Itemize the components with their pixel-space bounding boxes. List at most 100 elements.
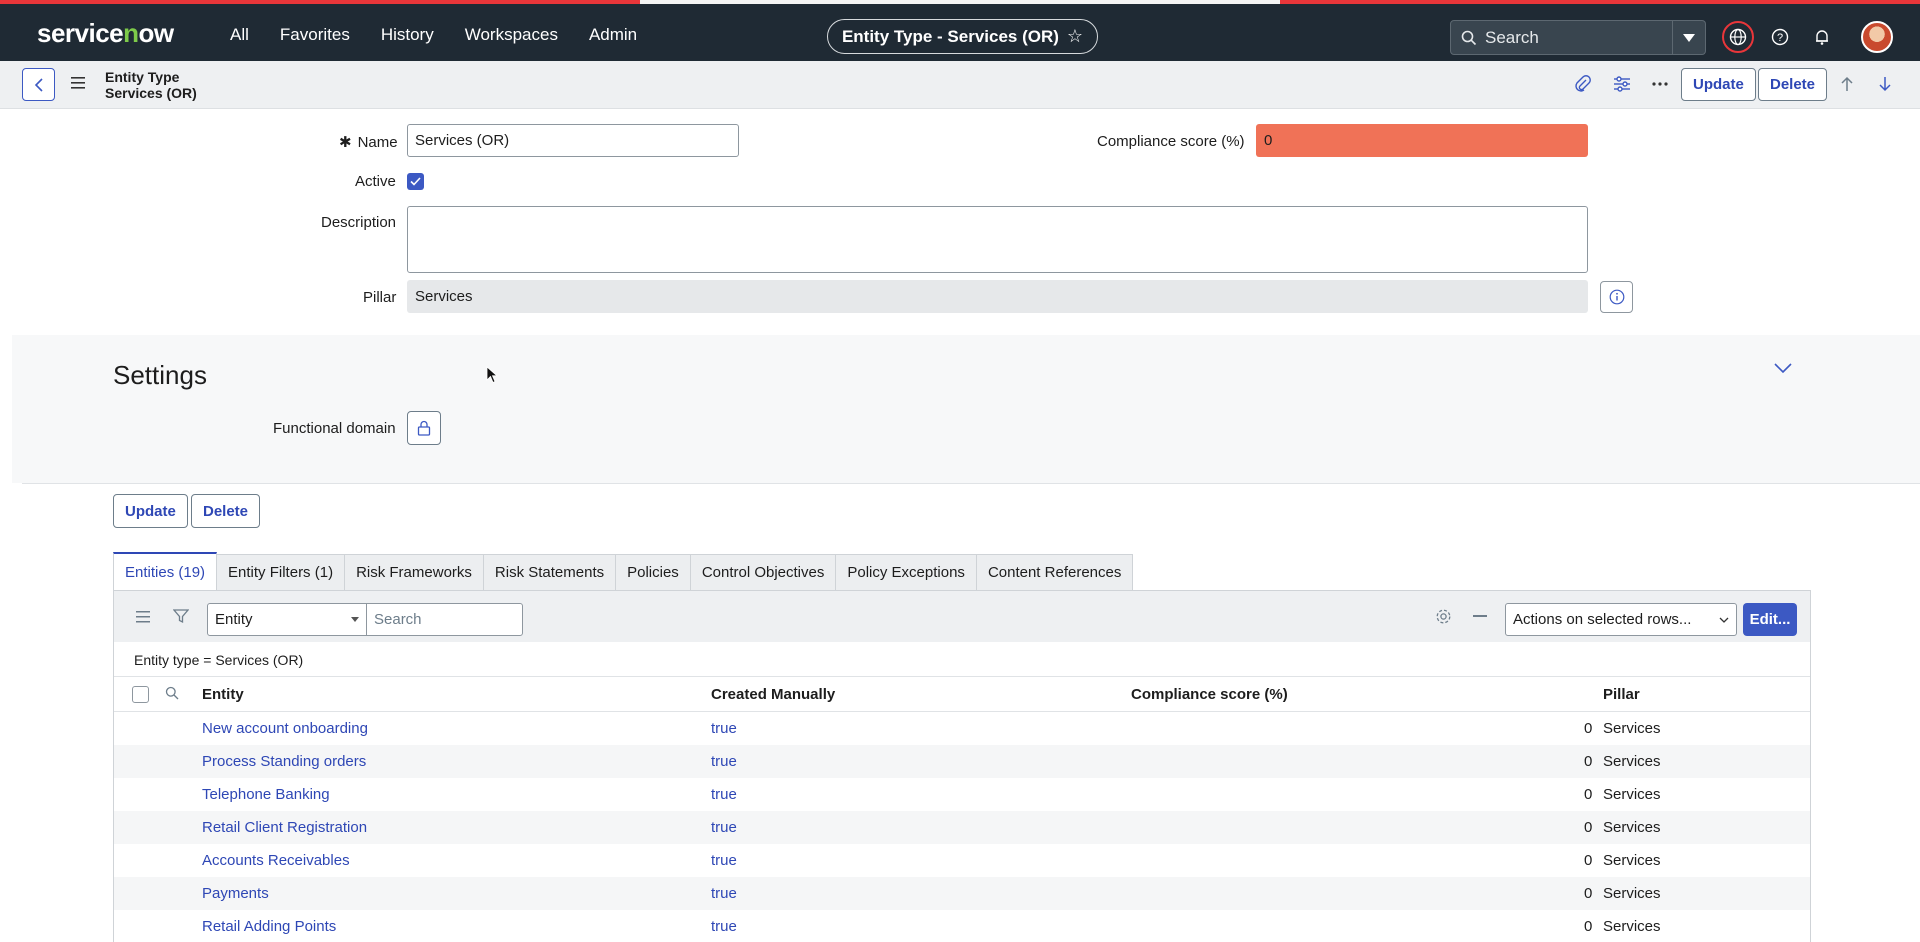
table-row: Telephone Banking true 0 Services xyxy=(114,778,1810,811)
compliance-score-cell: 0 xyxy=(1584,852,1593,869)
list-search-placeholder: Search xyxy=(374,611,422,628)
pillar-cell: Services xyxy=(1603,918,1661,935)
created-manually-link[interactable]: true xyxy=(711,819,737,836)
servicenow-logo[interactable]: servicenow xyxy=(37,18,174,49)
header-delete-button[interactable]: Delete xyxy=(1758,68,1828,101)
compliance-score-label: Compliance score (%) xyxy=(1097,133,1245,150)
entity-link[interactable]: Retail Client Registration xyxy=(202,819,367,836)
svg-text:?: ? xyxy=(1777,32,1783,44)
mouse-cursor-icon xyxy=(486,366,498,384)
table-row: Process Standing orders true 0 Services xyxy=(114,745,1810,778)
column-created-manually[interactable]: Created Manually xyxy=(711,686,835,703)
filter-icon[interactable] xyxy=(172,608,190,629)
search-placeholder: Search xyxy=(1485,27,1539,47)
description-field[interactable] xyxy=(407,206,1588,273)
settings-title: Settings xyxy=(113,360,207,390)
created-manually-link[interactable]: true xyxy=(711,885,737,902)
list-menu-icon[interactable] xyxy=(136,610,150,628)
active-checkbox[interactable] xyxy=(407,173,424,190)
record-title: Entity Type Services (OR) xyxy=(105,69,197,101)
caret-down-icon xyxy=(1683,33,1695,42)
chevron-down-icon[interactable] xyxy=(1773,361,1793,381)
collapse-list-icon[interactable] xyxy=(1473,615,1487,617)
nav-admin[interactable]: Admin xyxy=(589,25,637,45)
compliance-score-cell: 0 xyxy=(1584,918,1593,935)
table-header: Entity Created Manually Compliance score… xyxy=(114,676,1810,712)
entity-link[interactable]: Accounts Receivables xyxy=(202,852,350,869)
functional-domain-label: Functional domain xyxy=(273,420,396,437)
back-button[interactable] xyxy=(22,68,55,101)
tab-control-objectives[interactable]: Control Objectives xyxy=(689,554,837,590)
pillar-cell: Services xyxy=(1603,786,1661,803)
tab-risk-frameworks[interactable]: Risk Frameworks xyxy=(344,554,484,590)
help-icon[interactable]: ? xyxy=(1764,21,1796,53)
hamburger-menu-icon[interactable] xyxy=(68,73,88,93)
header-update-button[interactable]: Update xyxy=(1681,68,1756,101)
description-label: Description xyxy=(321,214,397,231)
tab-entities[interactable]: Entities (19) xyxy=(113,552,218,590)
tab-policy-exceptions[interactable]: Policy Exceptions xyxy=(835,554,977,590)
tab-entity-filters[interactable]: Entity Filters (1) xyxy=(216,554,346,590)
globe-icon[interactable] xyxy=(1722,21,1754,53)
nav-links: All Favorites History Workspaces Admin xyxy=(230,4,668,65)
nav-all[interactable]: All xyxy=(230,25,249,45)
previous-record-icon[interactable] xyxy=(1832,69,1862,99)
section-divider xyxy=(22,483,1920,484)
gear-icon[interactable] xyxy=(1435,608,1452,630)
personalize-sliders-icon[interactable] xyxy=(1607,69,1637,99)
created-manually-link[interactable]: true xyxy=(711,786,737,803)
paperclip-icon[interactable] xyxy=(1568,69,1598,99)
created-manually-link[interactable]: true xyxy=(711,753,737,770)
pillar-cell: Services xyxy=(1603,720,1661,737)
column-pillar[interactable]: Pillar xyxy=(1603,686,1640,703)
nav-workspaces[interactable]: Workspaces xyxy=(465,25,558,45)
compliance-score-cell: 0 xyxy=(1584,885,1593,902)
star-icon[interactable]: ☆ xyxy=(1067,26,1083,47)
entities-list: Entity Search Actions on selected rows..… xyxy=(113,590,1811,942)
table-row: Accounts Receivables true 0 Services xyxy=(114,844,1810,877)
actions-select[interactable]: Actions on selected rows... xyxy=(1505,603,1737,636)
chevron-left-icon xyxy=(34,77,43,92)
search-field-select[interactable]: Entity xyxy=(207,603,367,636)
nav-history[interactable]: History xyxy=(381,25,434,45)
table-row: Retail Client Registration true 0 Servic… xyxy=(114,811,1810,844)
bell-icon[interactable] xyxy=(1806,21,1838,53)
user-avatar[interactable] xyxy=(1861,21,1893,53)
entity-link[interactable]: Telephone Banking xyxy=(202,786,330,803)
lock-icon[interactable] xyxy=(407,411,441,445)
tab-policies[interactable]: Policies xyxy=(615,554,691,590)
entity-link[interactable]: Payments xyxy=(202,885,269,902)
bottom-update-button[interactable]: Update xyxy=(113,494,188,528)
name-field[interactable]: Services (OR) xyxy=(407,124,739,157)
related-list-tabs: Entities (19) Entity Filters (1) Risk Fr… xyxy=(113,552,1134,590)
context-title-pill[interactable]: Entity Type - Services (OR) ☆ xyxy=(827,19,1098,54)
entity-link[interactable]: Process Standing orders xyxy=(202,753,366,770)
bottom-delete-button[interactable]: Delete xyxy=(191,494,261,528)
checkmark-icon xyxy=(410,177,421,186)
next-record-icon[interactable] xyxy=(1870,69,1900,99)
select-all-checkbox[interactable] xyxy=(132,686,149,703)
nav-favorites[interactable]: Favorites xyxy=(280,25,350,45)
list-toolbar: Entity Search Actions on selected rows..… xyxy=(114,591,1810,642)
column-search-icon[interactable] xyxy=(165,686,179,704)
edit-button[interactable]: Edit... xyxy=(1743,603,1797,636)
column-entity[interactable]: Entity xyxy=(202,686,244,703)
search-scope-dropdown[interactable] xyxy=(1673,20,1706,55)
list-breadcrumb[interactable]: Entity type = Services (OR) xyxy=(134,652,303,668)
more-options-icon[interactable] xyxy=(1645,69,1675,99)
created-manually-link[interactable]: true xyxy=(711,852,737,869)
info-icon[interactable] xyxy=(1600,281,1633,313)
compliance-score-field[interactable]: 0 xyxy=(1256,124,1588,157)
list-search-input[interactable]: Search xyxy=(366,603,523,636)
entity-link[interactable]: Retail Adding Points xyxy=(202,918,336,935)
created-manually-link[interactable]: true xyxy=(711,918,737,935)
created-manually-link[interactable]: true xyxy=(711,720,737,737)
tab-content-references[interactable]: Content References xyxy=(975,554,1134,590)
table-row: Payments true 0 Services xyxy=(114,877,1810,910)
pillar-cell: Services xyxy=(1603,819,1661,836)
column-compliance-score[interactable]: Compliance score (%) xyxy=(1131,686,1288,703)
tab-risk-statements[interactable]: Risk Statements xyxy=(482,554,617,590)
browser-tab-strip xyxy=(640,0,1280,4)
global-search-input[interactable]: Search xyxy=(1450,20,1673,55)
entity-link[interactable]: New account onboarding xyxy=(202,720,368,737)
